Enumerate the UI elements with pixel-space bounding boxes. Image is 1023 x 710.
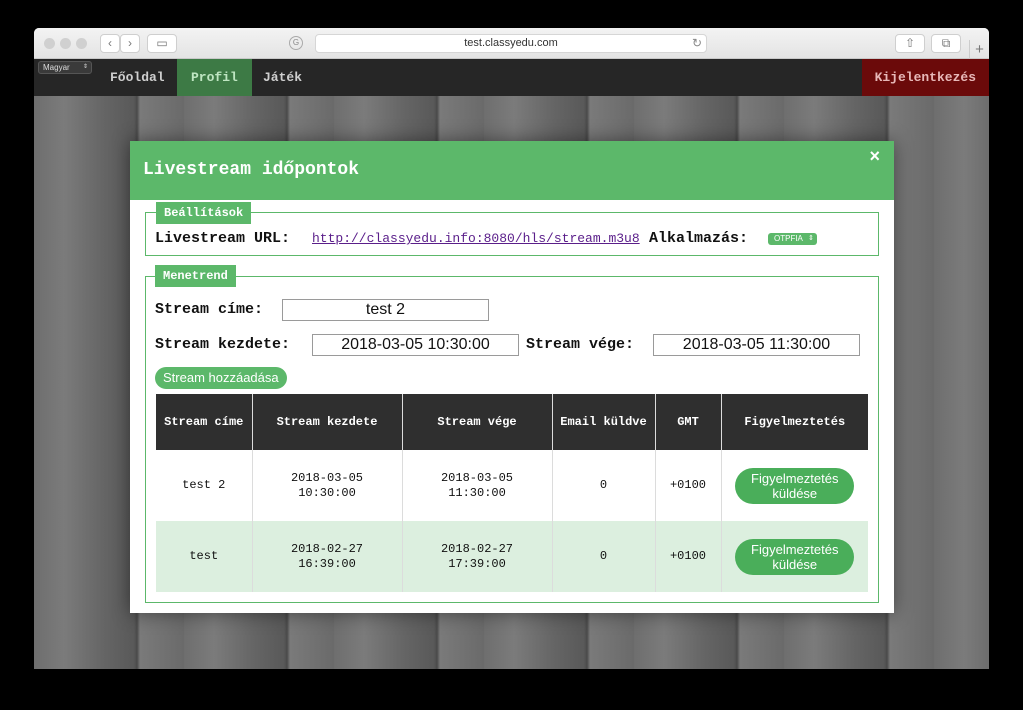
tabs-overview-icon[interactable]: ⧉ bbox=[931, 34, 961, 53]
new-tab-icon[interactable]: + bbox=[969, 40, 989, 59]
cell-warning: Figyelmeztetés küldése bbox=[721, 521, 868, 592]
stream-end-input[interactable]: 2018-03-05 11:30:00 bbox=[653, 334, 860, 356]
cell-end: 2018-02-27 17:39:00 bbox=[402, 521, 553, 592]
forward-icon[interactable]: › bbox=[120, 34, 140, 53]
close-window-button[interactable] bbox=[44, 38, 55, 49]
extension-icon[interactable]: G bbox=[289, 36, 303, 50]
address-bar[interactable]: test.classyedu.com ↻ bbox=[315, 34, 707, 53]
col-header-start: Stream kezdete bbox=[252, 394, 403, 450]
cell-title: test 2 bbox=[156, 450, 253, 521]
browser-toolbar: ‹ › ▭ G test.classyedu.com ↻ ⇧ ⧉ + bbox=[34, 28, 989, 59]
reload-icon[interactable]: ↻ bbox=[692, 35, 702, 52]
app-select[interactable]: OTPFIA ⇕ bbox=[768, 233, 817, 245]
browser-window: ‹ › ▭ G test.classyedu.com ↻ ⇧ ⧉ + Magya… bbox=[34, 28, 989, 669]
schedule-legend: Menetrend bbox=[155, 265, 236, 287]
modal-title: Livestream időpontok bbox=[143, 160, 360, 180]
minimize-window-button[interactable] bbox=[60, 38, 71, 49]
cell-title: test bbox=[156, 521, 253, 592]
col-header-email: Email küldve bbox=[552, 394, 656, 450]
url-text: test.classyedu.com bbox=[464, 37, 558, 49]
col-header-warning: Figyelmeztetés bbox=[721, 394, 868, 450]
stream-title-label: Stream címe: bbox=[155, 301, 264, 318]
sidebar-icon[interactable]: ▭ bbox=[147, 34, 177, 53]
logout-button[interactable]: Kijelentkezés bbox=[861, 59, 989, 96]
add-stream-button[interactable]: Stream hozzáadása bbox=[155, 367, 287, 389]
nav-item-profile[interactable]: Profil bbox=[177, 59, 252, 96]
select-arrows-icon: ⇕ bbox=[82, 64, 88, 70]
col-header-end: Stream vége bbox=[402, 394, 553, 450]
send-warning-button[interactable]: Figyelmeztetés küldése bbox=[735, 538, 855, 575]
send-warning-button[interactable]: Figyelmeztetés küldése bbox=[735, 467, 855, 504]
share-icon[interactable]: ⇧ bbox=[895, 34, 925, 53]
col-header-gmt: GMT bbox=[655, 394, 722, 450]
streams-table: Stream címe Stream kezdete Stream vége E… bbox=[156, 394, 868, 592]
page: Magyar ⇕ Főoldal Profil Játék Kijelentke… bbox=[34, 59, 989, 669]
modal-header: Livestream időpontok × bbox=[130, 141, 894, 200]
cell-gmt: +0100 bbox=[655, 450, 722, 521]
cell-gmt: +0100 bbox=[655, 521, 722, 592]
cell-end: 2018-03-05 11:30:00 bbox=[402, 450, 553, 521]
language-select[interactable]: Magyar ⇕ bbox=[38, 61, 92, 74]
settings-legend: Beállítások bbox=[156, 202, 252, 224]
zoom-window-button[interactable] bbox=[76, 38, 87, 49]
select-arrows-icon: ⇕ bbox=[808, 235, 814, 242]
livestream-modal: Livestream időpontok × Beállítások Lives… bbox=[130, 141, 894, 613]
stream-end-label: Stream vége: bbox=[526, 336, 635, 353]
nav-item-home[interactable]: Főoldal bbox=[96, 59, 179, 96]
cell-email: 0 bbox=[552, 450, 656, 521]
navbar: Magyar ⇕ Főoldal Profil Játék Kijelentke… bbox=[34, 59, 989, 96]
cell-warning: Figyelmeztetés küldése bbox=[721, 450, 868, 521]
table-row: test 2018-02-27 16:39:00 2018-02-27 17:39:… bbox=[156, 521, 868, 592]
app-label: Alkalmazás: bbox=[649, 230, 749, 247]
col-header-title: Stream címe bbox=[156, 394, 253, 450]
close-icon[interactable]: × bbox=[869, 146, 880, 167]
stream-title-input[interactable]: test 2 bbox=[282, 299, 489, 321]
cell-start: 2018-02-27 16:39:00 bbox=[252, 521, 403, 592]
cell-email: 0 bbox=[552, 521, 656, 592]
table-row: test 2 2018-03-05 10:30:00 2018-03-05 11:3… bbox=[156, 450, 868, 521]
stream-start-input[interactable]: 2018-03-05 10:30:00 bbox=[312, 334, 519, 356]
back-icon[interactable]: ‹ bbox=[100, 34, 120, 53]
stream-start-label: Stream kezdete: bbox=[155, 336, 291, 353]
livestream-url-label: Livestream URL: bbox=[155, 230, 291, 247]
livestream-url-link[interactable]: http://classyedu.info:8080/hls/stream.m3… bbox=[312, 231, 640, 246]
nav-item-game[interactable]: Játék bbox=[249, 59, 316, 96]
cell-start: 2018-03-05 10:30:00 bbox=[252, 450, 403, 521]
table-header-row: Stream címe Stream kezdete Stream vége E… bbox=[156, 394, 868, 450]
